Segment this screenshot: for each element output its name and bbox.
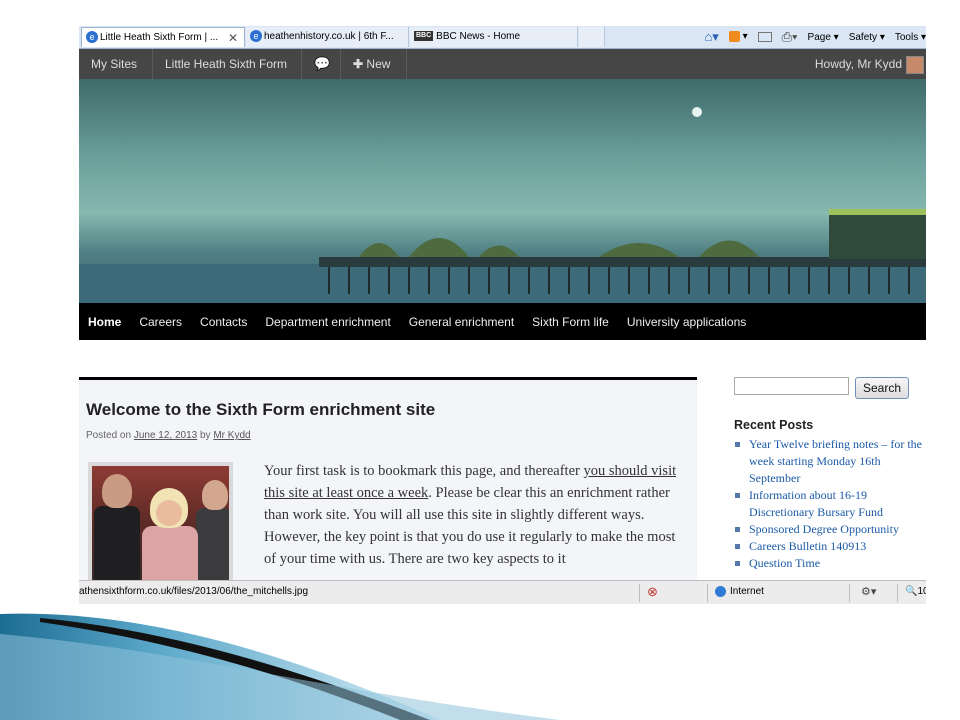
wp-admin-bar: My Sites Little Heath Sixth Form 💬 ✚ New… [79, 49, 926, 79]
nav-item-contacts[interactable]: Contacts [200, 315, 247, 329]
tab-title: heathenhistory.co.uk | 6th F... [264, 31, 394, 42]
new-label: New [366, 57, 391, 71]
nav-item-careers[interactable]: Careers [139, 315, 182, 329]
read-mail-button[interactable] [757, 31, 772, 43]
recent-post-link[interactable]: Question Time [734, 555, 924, 572]
recent-post-link[interactable]: Year Twelve briefing notes – for the wee… [734, 436, 924, 487]
slide-swoosh-decoration [0, 613, 560, 720]
bbc-logo-icon: BBC [414, 31, 434, 42]
moon [692, 107, 702, 117]
safety-menu[interactable]: Safety ▾ [849, 32, 885, 43]
nav-item-general-enrichment[interactable]: General enrichment [409, 315, 514, 329]
body-text-1: Your first task is to bookmark this page… [264, 463, 584, 479]
globe-icon [715, 586, 726, 597]
post-date-link[interactable]: June 12, 2013 [134, 430, 197, 441]
security-report-icon[interactable]: ⊗ [647, 584, 658, 600]
zoom-icon: 🔍 [905, 586, 918, 597]
recent-post-link[interactable]: Information about 16-19 Discretionary Bu… [734, 487, 924, 521]
post-title[interactable]: Welcome to the Sixth Form enrichment sit… [86, 400, 435, 420]
post-meta: Posted on June 12, 2013 by Mr Kydd [86, 430, 251, 441]
site-name-menu[interactable]: Little Heath Sixth Form [153, 49, 302, 79]
browser-screenshot: e Little Heath Sixth Form | ... ✕ e heathe… [79, 26, 926, 604]
pavilion-lights [829, 209, 926, 215]
pier-domes [359, 238, 759, 257]
search-button[interactable]: Search [855, 377, 909, 399]
comment-bubble-icon: 💬 [314, 56, 331, 71]
sea [79, 264, 926, 303]
new-tab-button[interactable] [579, 27, 605, 47]
post-article: Welcome to the Sixth Form enrichment sit… [79, 377, 697, 602]
ie-page-icon: e [250, 30, 262, 43]
nav-item-department-enrichment[interactable]: Department enrichment [265, 315, 390, 329]
zoom-level: 10 [917, 586, 926, 597]
page-menu[interactable]: Page ▾ [808, 32, 839, 43]
pier-pavilion [829, 209, 926, 259]
photo-of-people [92, 466, 229, 598]
my-sites-menu[interactable]: My Sites [79, 49, 153, 79]
ie-page-icon: e [86, 31, 98, 44]
nav-item-home[interactable]: Home [88, 315, 121, 329]
header-image [79, 79, 926, 303]
tab-title: BBC News - Home [436, 31, 521, 42]
main-navigation: Home Careers Contacts Department enrichm… [79, 303, 926, 340]
post-body: Your first task is to bookmark this page… [264, 460, 684, 570]
browser-tab-bar: e Little Heath Sixth Form | ... ✕ e heathe… [79, 26, 926, 49]
zoom-control[interactable]: 🔍10 [905, 586, 926, 597]
plus-icon: ✚ [353, 57, 364, 71]
nav-item-university-applications[interactable]: University applications [627, 315, 746, 329]
feeds-button[interactable]: ▾ [728, 31, 748, 43]
new-content-menu[interactable]: ✚ New [341, 49, 407, 79]
recent-post-link[interactable]: Careers Bulletin 140913 [734, 538, 924, 555]
posted-on-label: Posted on [86, 430, 132, 441]
recent-posts-list: Year Twelve briefing notes – for the wee… [734, 436, 924, 572]
by-label: by [200, 430, 211, 441]
tab-title: Little Heath Sixth Form | ... [100, 32, 219, 43]
print-icon[interactable]: ⎙▾ [782, 29, 798, 45]
rss-feed-icon [728, 31, 740, 43]
tools-menu[interactable]: Tools ▾ [895, 32, 926, 43]
avatar[interactable] [906, 56, 924, 74]
command-bar: ⌂▾ ▾ ⎙▾ Page ▾ Safety ▾ Tools ▾ [704, 26, 926, 48]
comments-button[interactable]: 💬 [302, 49, 341, 79]
recent-post-link[interactable]: Sponsored Degree Opportunity [734, 521, 924, 538]
nav-item-sixth-form-life[interactable]: Sixth Form life [532, 315, 609, 329]
home-icon[interactable]: ⌂▾ [704, 29, 718, 45]
recent-posts-heading: Recent Posts [734, 418, 814, 432]
zone-label: Internet [730, 586, 764, 598]
howdy-label: Howdy, Mr Kydd [814, 57, 902, 71]
mail-icon [757, 31, 772, 42]
author-link[interactable]: Mr Kydd [213, 430, 250, 441]
pier-painting [79, 107, 926, 303]
security-zone[interactable]: Internet [715, 586, 764, 597]
tab-little-heath[interactable]: e Little Heath Sixth Form | ... ✕ [81, 27, 245, 47]
tab-heathenhistory[interactable]: e heathenhistory.co.uk | 6th F... [246, 27, 409, 47]
close-tab-icon[interactable]: ✕ [228, 28, 238, 47]
protected-mode-icon[interactable]: ⚙▾ [861, 585, 876, 598]
search-input[interactable] [734, 377, 849, 395]
tab-bbc-news[interactable]: BBC BBC News - Home [410, 27, 578, 47]
status-url: athensixthform.co.uk/files/2013/06/the_m… [79, 586, 309, 597]
